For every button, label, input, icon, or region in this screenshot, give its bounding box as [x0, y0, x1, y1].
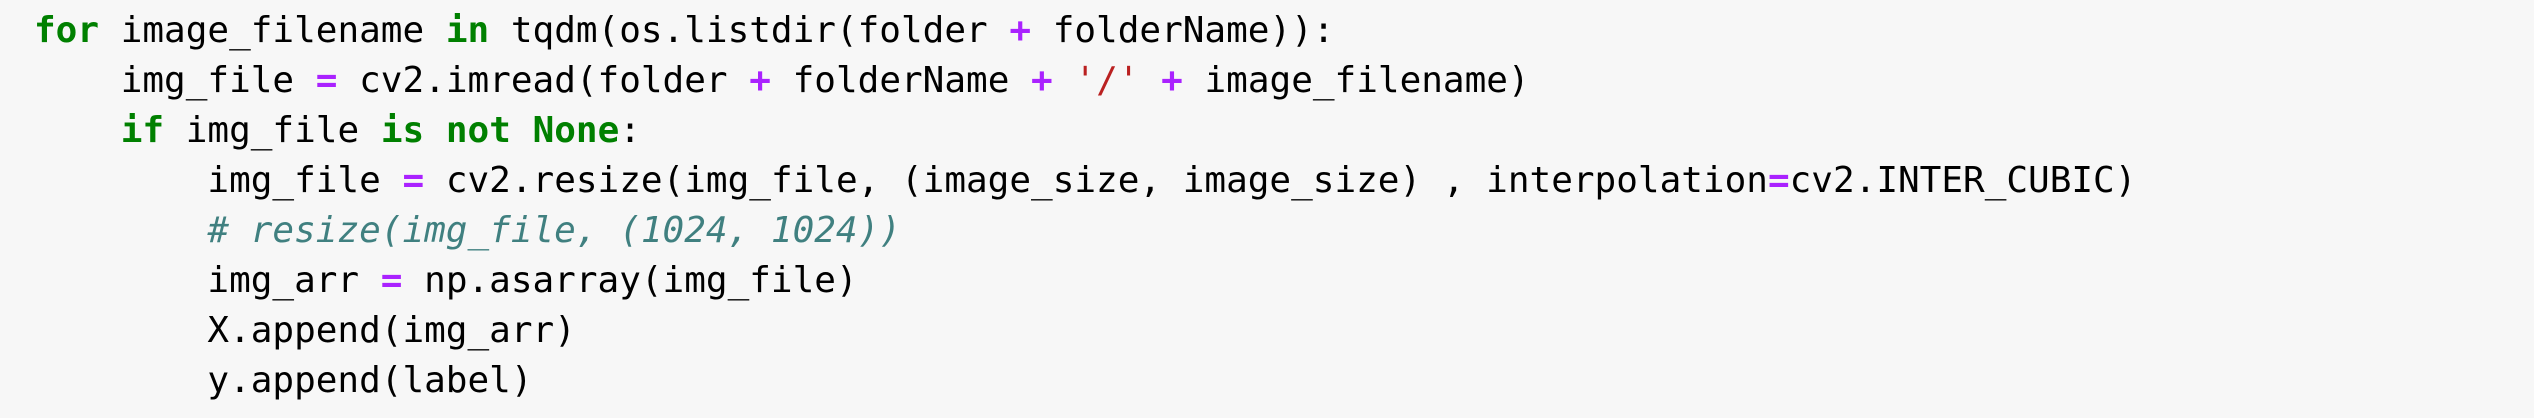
code-token: cv2.resize(img_file, (image_size, image_… [424, 160, 1768, 201]
code-token: not [445, 110, 511, 151]
code-token: = [380, 260, 403, 301]
code-token: tqdm(os.listdir(folder [489, 10, 1010, 51]
code-token: = [402, 160, 425, 201]
code-token: cv2.INTER_CUBIC) [1789, 160, 2137, 201]
code-token: '/' [1074, 60, 1140, 101]
code-token: np.asarray(img_file) [402, 260, 858, 301]
code-token: + [1031, 60, 1053, 101]
code-token: is [380, 110, 425, 151]
code-token: folderName [770, 60, 1032, 101]
code-token: + [1009, 10, 1032, 51]
code-token: in [445, 10, 490, 51]
code-token: if [120, 110, 165, 151]
code-token: img_file [34, 160, 403, 201]
code-token: : [619, 110, 641, 151]
code-line: img_arr = np.asarray(img_file) [34, 256, 2136, 306]
code-token: cv2.imread(folder [337, 60, 750, 101]
code-token: = [315, 60, 338, 101]
code-line-cutoff [0, 408, 2534, 418]
code-token: img_arr [34, 260, 381, 301]
code-token: folderName)): [1031, 10, 1335, 51]
code-line: X.append(img_arr) [34, 306, 2136, 356]
code-token: image_filename [99, 10, 446, 51]
code-token: y.append(label) [34, 360, 533, 401]
code-token: None [532, 110, 620, 151]
code-token: = [1767, 160, 1790, 201]
code-line: img_file = cv2.imread(folder + folderNam… [34, 56, 2136, 106]
code-line: y.append(label) [34, 356, 2136, 406]
code-line: for image_filename in tqdm(os.listdir(fo… [34, 6, 2136, 56]
code-line: img_file = cv2.resize(img_file, (image_s… [34, 156, 2136, 206]
code-token: img_file [164, 110, 381, 151]
code-token: + [749, 60, 771, 101]
code-token: # resize(img_file, (1024, 1024)) [207, 210, 901, 251]
code-cell[interactable]: for image_filename in tqdm(os.listdir(fo… [0, 0, 2534, 418]
code-token: X.append(img_arr) [34, 310, 576, 351]
code-token: image_filename) [1182, 60, 1530, 101]
code-line: # resize(img_file, (1024, 1024)) [34, 206, 2136, 256]
code-line: if img_file is not None: [34, 106, 2136, 156]
code-token: img_file [34, 60, 316, 101]
code-token: + [1161, 60, 1183, 101]
code-editor[interactable]: for image_filename in tqdm(os.listdir(fo… [34, 6, 2136, 406]
code-token: for [34, 10, 100, 51]
